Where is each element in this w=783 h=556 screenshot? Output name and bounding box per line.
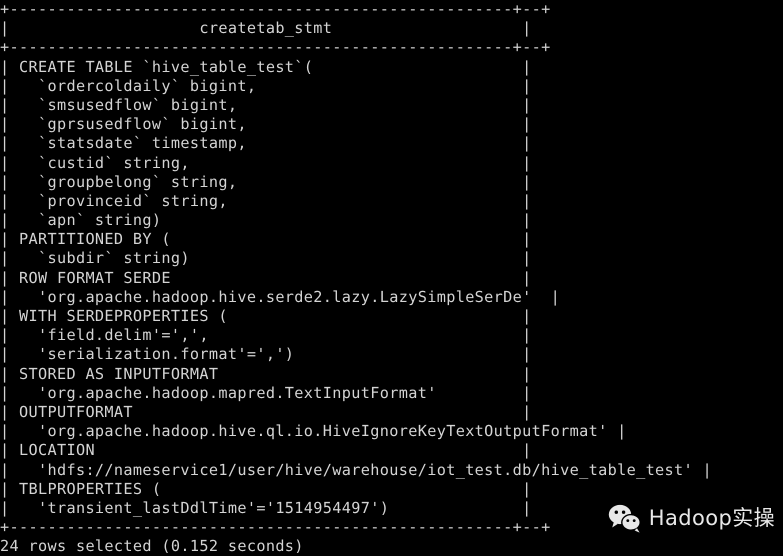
table-top-border: +---------------------------------------… <box>0 0 551 18</box>
table-row: | `ordercoldaily` bigint, | <box>0 76 532 95</box>
table-row: | `smsusedflow` bigint, | <box>0 95 532 114</box>
table-row: | OUTPUTFORMAT | <box>0 402 532 421</box>
table-row: | CREATE TABLE `hive_table_test`( | <box>0 57 532 76</box>
table-row: | STORED AS INPUTFORMAT | <box>0 364 532 383</box>
result-status-line: 24 rows selected (0.152 seconds) <box>0 537 304 556</box>
table-column-header-row: | createtab_stmt | <box>0 19 532 38</box>
table-row: | `provinceid` string, | <box>0 191 532 210</box>
table-row: | 'transient_lastDdlTime'='1514954497') … <box>0 498 532 517</box>
table-row: | 'hdfs://nameservice1/user/hive/warehou… <box>0 460 713 479</box>
table-row: | 'serialization.format'=',') | <box>0 345 532 364</box>
table-header-separator: +---------------------------------------… <box>0 38 551 57</box>
table-row: | ROW FORMAT SERDE | <box>0 268 532 287</box>
table-row: | `gprsusedflow` bigint, | <box>0 115 532 134</box>
table-row: | 'org.apache.hadoop.hive.serde2.lazy.La… <box>0 287 561 306</box>
console-output: +---------------------------------------… <box>0 0 712 556</box>
table-row: | 'org.apache.hadoop.mapred.TextInputFor… <box>0 383 532 402</box>
table-row: | `subdir` string) | <box>0 249 532 268</box>
table-row: | LOCATION | <box>0 441 532 460</box>
table-bottom-border: +---------------------------------------… <box>0 518 551 537</box>
table-row: | 'field.delim'=',', | <box>0 326 532 345</box>
table-row: | 'org.apache.hadoop.hive.ql.io.HiveIgno… <box>0 422 627 441</box>
table-row: | TBLPROPERTIES ( | <box>0 479 532 498</box>
terminal-window: +---------------------------------------… <box>0 0 783 555</box>
table-row: | `custid` string, | <box>0 153 532 172</box>
table-row: | `statsdate` timestamp, | <box>0 134 532 153</box>
table-row: | `groupbelong` string, | <box>0 172 532 191</box>
table-row: | `apn` string) | <box>0 211 532 230</box>
table-row: | PARTITIONED BY ( | <box>0 230 532 249</box>
table-row: | WITH SERDEPROPERTIES ( | <box>0 307 532 325</box>
